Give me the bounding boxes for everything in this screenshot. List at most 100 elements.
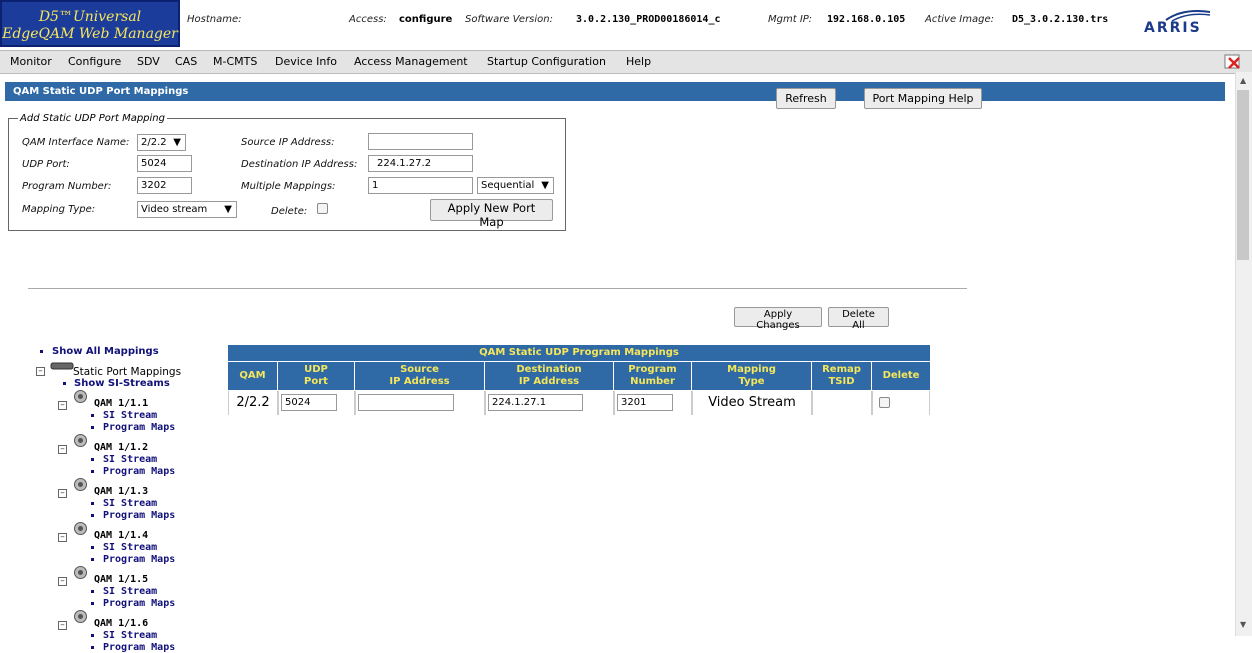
arris-wordmark: ARRIS [1144, 20, 1202, 36]
qam-interface-select[interactable]: 2/2.2 ▼ [137, 134, 186, 151]
bullet [91, 458, 94, 461]
collapse-icon[interactable]: – [58, 445, 67, 454]
row-source-cell [355, 391, 485, 415]
mapping-type-select[interactable]: Video stream ▼ [137, 201, 237, 218]
access-value: configure [399, 14, 453, 25]
row-dest-cell: 224.1.27.1 [485, 391, 614, 415]
row-source-input[interactable] [358, 394, 454, 411]
qam-interface-label: QAM Interface Name: [22, 137, 130, 148]
menu-m-cmts[interactable]: M-CMTS [213, 55, 257, 68]
col-qam: QAM [228, 362, 278, 390]
delete-all-button[interactable]: Delete All [828, 307, 889, 331]
si-stream-link[interactable]: SI Stream [103, 410, 157, 421]
program-maps-link[interactable]: Program Maps [103, 466, 175, 477]
program-maps-link[interactable]: Program Maps [103, 422, 175, 433]
scrollbar-thumb[interactable] [1237, 90, 1249, 260]
port-mapping-help-button[interactable]: Port Mapping Help [864, 88, 982, 109]
col-remap-tsid: Remap TSID [812, 362, 872, 390]
udp-port-label: UDP Port: [22, 159, 70, 170]
bullet [40, 350, 43, 353]
apply-changes-button[interactable]: Apply Changes [734, 307, 822, 331]
row-program-input[interactable]: 3201 [617, 394, 673, 411]
scroll-up-icon[interactable]: ▲ [1240, 76, 1246, 85]
collapse-icon[interactable]: – [36, 367, 45, 376]
refresh-button[interactable]: Refresh [776, 88, 836, 109]
menu-device-info[interactable]: Device Info [275, 55, 337, 68]
bullet [91, 558, 94, 561]
col-dst-label-2: IP Address [518, 376, 580, 387]
delete-checkbox[interactable] [317, 203, 328, 214]
row-mapping-type: Video Stream [692, 391, 812, 415]
col-prog-label-1: Program [628, 364, 677, 375]
tree-qam-label[interactable]: QAM 1/1.3 [94, 486, 148, 497]
col-source-ip: Source IP Address [355, 362, 485, 390]
table-title: QAM Static UDP Program Mappings [228, 345, 930, 361]
collapse-icon[interactable]: – [58, 401, 67, 410]
si-stream-link[interactable]: SI Stream [103, 542, 157, 553]
collapse-icon[interactable]: – [58, 489, 67, 498]
menu-sdv[interactable]: SDV [137, 55, 160, 68]
active-image-value: D5_3.0.2.130.trs [1012, 14, 1109, 25]
menu-cas[interactable]: CAS [175, 55, 197, 68]
row-delete-checkbox[interactable] [879, 397, 890, 408]
logo-line-2: EdgeQAM Web Manager [2, 26, 178, 42]
program-number-label: Program Number: [22, 181, 112, 192]
apply-new-port-map-button[interactable]: Apply New Port Map [430, 199, 553, 229]
tree-qam-label[interactable]: QAM 1/1.4 [94, 530, 148, 541]
qam-gear-icon [74, 566, 87, 579]
col-src-label-1: Source [400, 364, 439, 375]
si-stream-link[interactable]: SI Stream [103, 454, 157, 465]
menu-startup-configuration[interactable]: Startup Configuration [487, 55, 606, 68]
menu-help[interactable]: Help [626, 55, 651, 68]
menu-configure[interactable]: Configure [68, 55, 121, 68]
program-maps-link[interactable]: Program Maps [103, 554, 175, 565]
active-image-label: Active Image: [925, 14, 994, 25]
udp-port-input[interactable]: 5024 [137, 155, 192, 172]
collapse-icon[interactable]: – [58, 577, 67, 586]
program-maps-link[interactable]: Program Maps [103, 598, 175, 609]
row-udp-input[interactable]: 5024 [281, 394, 337, 411]
destination-ip-input[interactable]: 224.1.27.2 [368, 155, 473, 172]
row-remap-tsid [812, 391, 872, 415]
tree-qam-label[interactable]: QAM 1/1.2 [94, 442, 148, 453]
multiple-mappings-input[interactable]: 1 [368, 177, 473, 194]
tree-qam-label[interactable]: QAM 1/1.5 [94, 574, 148, 585]
col-delete-label: Delete [882, 370, 920, 381]
bullet [91, 590, 94, 593]
program-maps-link[interactable]: Program Maps [103, 642, 175, 653]
main-menu-bar: Monitor Configure SDV CAS M-CMTS Device … [0, 50, 1252, 74]
collapse-icon[interactable]: – [58, 621, 67, 630]
mapping-mode-value: Sequential [481, 180, 535, 191]
col-program-number: Program Number [614, 362, 692, 390]
program-number-input[interactable]: 3202 [137, 177, 192, 194]
si-stream-link[interactable]: SI Stream [103, 586, 157, 597]
col-src-label-2: IP Address [389, 376, 450, 387]
menu-access-management[interactable]: Access Management [354, 55, 468, 68]
bullet [63, 382, 66, 385]
si-stream-link[interactable]: SI Stream [103, 498, 157, 509]
col-udp-label-2: Port [304, 376, 328, 387]
collapse-icon[interactable]: – [58, 533, 67, 542]
show-si-streams-link[interactable]: Show SI-Streams [74, 378, 170, 389]
bullet [91, 546, 94, 549]
col-delete: Delete [872, 362, 930, 390]
tree-qam-label[interactable]: QAM 1/1.1 [94, 398, 148, 409]
col-destination-ip: Destination IP Address [485, 362, 614, 390]
row-dest-input[interactable]: 224.1.27.1 [488, 394, 583, 411]
program-maps-link[interactable]: Program Maps [103, 510, 175, 521]
close-window-icon[interactable] [1224, 53, 1242, 70]
scroll-down-icon[interactable]: ▼ [1240, 620, 1246, 629]
source-ip-input[interactable] [368, 133, 473, 150]
qam-interface-value: 2/2.2 [141, 137, 167, 148]
menu-monitor[interactable]: Monitor [10, 55, 52, 68]
logo-line-1: D5™Universal [38, 9, 142, 25]
mapping-type-label: Mapping Type: [22, 204, 96, 215]
device-icon [50, 362, 74, 370]
tree-qam-label[interactable]: QAM 1/1.6 [94, 618, 148, 629]
static-port-mappings-node[interactable]: Static Port Mappings [73, 366, 181, 378]
bullet [91, 414, 94, 417]
source-ip-label: Source IP Address: [241, 137, 335, 148]
show-all-mappings-link[interactable]: Show All Mappings [52, 346, 159, 357]
col-map-label-2: Type [738, 376, 765, 387]
mapping-mode-select[interactable]: Sequential ▼ [477, 177, 554, 194]
